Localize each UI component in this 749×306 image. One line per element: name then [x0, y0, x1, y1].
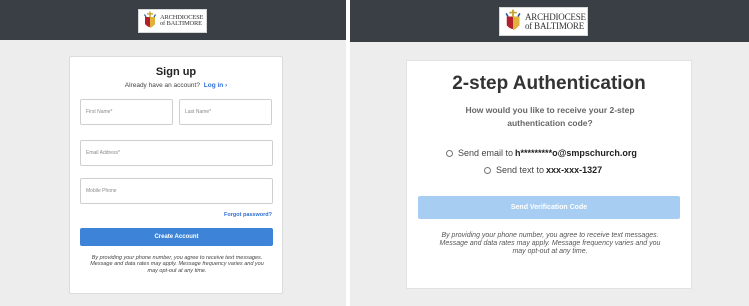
last-name-input[interactable]	[185, 109, 271, 115]
delivery-question: How would you like to receive your 2-ste…	[465, 105, 635, 128]
signup-card: Sign up Already have an account? Log in …	[69, 56, 283, 294]
sms-disclaimer: By providing your phone number, you agre…	[439, 232, 661, 256]
last-name-field[interactable]	[179, 99, 272, 125]
text-radio[interactable]	[484, 166, 491, 174]
email-option[interactable]: Send email to h*********o@smpschurch.org	[446, 148, 637, 158]
logo-line1: ARCHDIOCESE	[525, 11, 586, 22]
logo-line2: of BALTIMORE	[525, 20, 585, 31]
login-prompt: Already have an account? Log in ›	[70, 82, 282, 89]
text-option[interactable]: Send text to xxx-xxx-1327	[484, 165, 602, 175]
forgot-password-link[interactable]: Forgot password?	[224, 212, 272, 218]
email-field[interactable]	[80, 140, 273, 166]
header-bar: ARCHDIOCESE of BALTIMORE	[350, 0, 749, 42]
archdiocese-logo[interactable]: ARCHDIOCESE of BALTIMORE	[138, 9, 207, 33]
archdiocese-crest-icon	[505, 9, 521, 31]
first-name-field[interactable]	[80, 99, 173, 125]
masked-phone: xxx-xxx-1327	[546, 165, 603, 175]
page-title: Sign up	[155, 66, 197, 78]
phone-field[interactable]	[80, 178, 273, 204]
send-verification-button[interactable]: Send Verification Code	[418, 196, 680, 219]
signup-panel: ARCHDIOCESE of BALTIMORE Sign up Already…	[0, 0, 346, 306]
text-option-label: Send text to	[496, 165, 545, 175]
email-option-label: Send email to	[458, 148, 514, 158]
logo-line2: of BALTIMORE	[160, 20, 202, 27]
archdiocese-logo[interactable]: ARCHDIOCESE of BALTIMORE	[499, 7, 588, 36]
sms-disclaimer: By providing your phone number, you agre…	[90, 255, 264, 274]
login-link[interactable]: Log in ›	[204, 82, 227, 89]
create-account-button[interactable]: Create Account	[80, 228, 273, 246]
two-step-card: 2-step Authentication How would you like…	[406, 60, 692, 289]
two-step-title: 2-step Authentication	[452, 73, 646, 94]
masked-email: h*********o@smpschurch.org	[515, 148, 637, 158]
email-input[interactable]	[86, 150, 272, 156]
archdiocese-crest-icon	[143, 11, 157, 28]
first-name-input[interactable]	[86, 109, 172, 115]
header-bar: ARCHDIOCESE of BALTIMORE	[0, 0, 346, 40]
phone-input[interactable]	[86, 188, 272, 194]
email-radio[interactable]	[446, 149, 453, 157]
have-account-text: Already have an account?	[124, 82, 200, 89]
